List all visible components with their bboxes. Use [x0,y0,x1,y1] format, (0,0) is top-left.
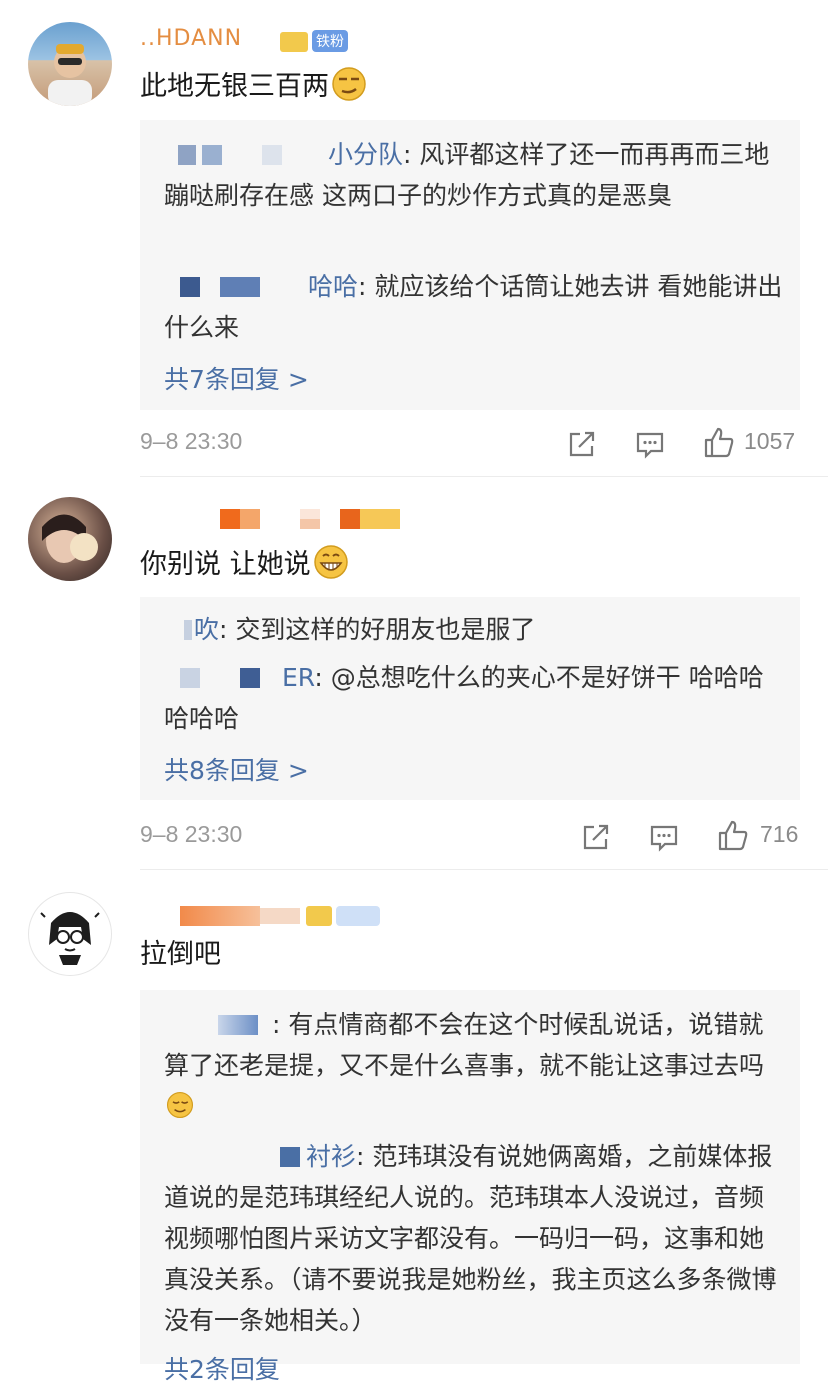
timestamp: 9–8 23:30 [140,428,243,454]
reply-box: : 有点情商都不会在这个时候乱说话，说错就算了还老是提，又不是什么喜事，就不能让… [140,990,800,1384]
reply-text: : 风评都这样了还一而再再而三地蹦哒刷存在感 这两口子的炒作方式真的是恶臭 [164,140,770,210]
timestamp: 9–8 23:30 [140,821,243,847]
share-icon[interactable] [580,821,612,853]
comment-text-content: 你别说 让她说 [140,549,311,580]
smirk-emoji [332,67,366,101]
fan-badge: 铁粉 [312,30,348,52]
like-icon[interactable] [702,426,736,460]
view-more-replies-link[interactable]: 共2条回复 [164,1350,280,1386]
reply-author-blur [218,1015,258,1035]
reply[interactable]: 吹: 交到这样的好朋友也是服了 [164,609,784,650]
reply-box: 小分队: 风评都这样了还一而再再而三地蹦哒刷存在感 这两口子的炒作方式真的是恶臭… [140,120,800,410]
reply-text: : 范玮琪没有说她俩离婚，之前媒体报道说的是范玮琪经纪人说的。范玮琪本人没说过，… [164,1142,777,1335]
reply-author[interactable]: 哈哈 [308,272,358,301]
reply-author-blur [178,145,196,165]
username[interactable]: ..HDANN 铁粉 [140,26,370,56]
comment-icon[interactable] [634,428,666,460]
avatar[interactable] [28,22,112,106]
reply-author-blur [262,145,282,165]
username-blur [340,509,400,529]
reply-author-blur [240,668,260,688]
share-icon[interactable] [566,428,598,460]
avatar[interactable] [28,497,112,581]
avatar-drawing [40,912,100,965]
comment-text: 你别说 让她说 [140,544,349,583]
vip-icon [306,906,332,926]
comment-meta: 9–8 23:30 716 [140,817,800,857]
like-count: 1057 [744,428,796,454]
vip-icon [280,32,308,52]
comment-text: 此地无银三百两 [140,66,367,105]
reply-author[interactable]: 小分队 [328,140,403,169]
view-more-replies-link[interactable]: 共7条回复 > [164,360,309,396]
username-blur [300,509,320,529]
comment: ..HDANN 铁粉 此地无银三百两 小分队: 风评都这样了还一而再再而三地蹦哒… [0,0,828,477]
comment-text: 拉倒吧 [140,937,221,973]
reply[interactable]: 哈哈: 就应该给个话筒让她去讲 看她能讲出什么来 [164,266,784,348]
username[interactable] [140,509,400,539]
reply-author[interactable]: 吹 [194,615,219,644]
reply[interactable]: ER: @总想吃什么的夹心不是好饼干 哈哈哈哈哈哈 [164,657,784,739]
comment: 你别说 让她说 吹: 交到这样的好朋友也是服了 ER: @总想吃什么的夹心不是好… [0,477,828,870]
reply[interactable]: 小分队: 风评都这样了还一而再再而三地蹦哒刷存在感 这两口子的炒作方式真的是恶臭 [164,134,784,216]
reply-author[interactable]: ER [282,663,314,692]
reply-box: 吹: 交到这样的好朋友也是服了 ER: @总想吃什么的夹心不是好饼干 哈哈哈哈哈… [140,597,800,800]
username-blur [220,509,260,529]
comment: 拉倒吧 : 有点情商都不会在这个时候乱说话，说错就算了还老是提，又不是什么喜事，… [0,870,828,1384]
avatar[interactable] [28,892,112,976]
reply-author-blur [180,668,200,688]
relieved-emoji [166,1091,194,1119]
like-icon[interactable] [716,819,750,853]
comment-text-content: 此地无银三百两 [140,71,329,102]
reply-author[interactable]: 衬衫 [306,1142,356,1171]
reply[interactable]: : 有点情商都不会在这个时候乱说话，说错就算了还老是提，又不是什么喜事，就不能让… [164,1004,784,1127]
reply-text: : 交到这样的好朋友也是服了 [219,615,536,644]
username-text: ..HDANN [140,26,243,51]
fan-badge [336,906,380,926]
view-more-replies-link[interactable]: 共8条回复 > [164,751,309,787]
comment-icon[interactable] [648,821,680,853]
reply-author-blur [184,620,192,640]
username-blur [180,906,260,926]
comment-text-content: 拉倒吧 [140,939,221,970]
grin-emoji [313,545,348,579]
reply[interactable]: 衬衫: 范玮琪没有说她俩离婚，之前媒体报道说的是范玮琪经纪人说的。范玮琪本人没说… [164,1136,784,1341]
avatar-photo [48,44,92,106]
reply-author-blur [180,277,200,297]
avatar-photo [42,514,98,563]
reply-author-blur [280,1147,300,1167]
like-count: 716 [760,821,799,847]
comment-meta: 9–8 23:30 1057 [140,424,800,464]
username[interactable] [140,906,380,936]
username-blur [260,908,300,924]
reply-author-blur [220,277,260,297]
